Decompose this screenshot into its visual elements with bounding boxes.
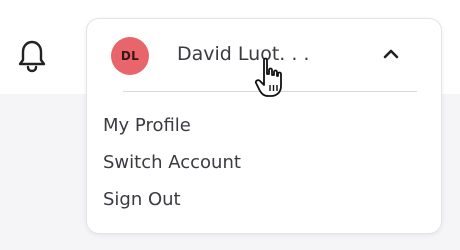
bell-icon[interactable] <box>14 36 50 76</box>
user-menu-dropdown: DL David Luot. . . My Profile Switch Acc… <box>86 18 442 234</box>
user-menu-toggle[interactable]: DL David Luot. . . <box>87 19 441 91</box>
menu-divider <box>123 91 417 92</box>
user-name: David Luot. . . <box>177 43 310 65</box>
user-menu-list: My Profile Switch Account Sign Out <box>103 115 241 226</box>
menu-item-switch-account[interactable]: Switch Account <box>103 152 241 189</box>
avatar: DL <box>111 37 149 75</box>
menu-item-sign-out[interactable]: Sign Out <box>103 189 241 226</box>
chevron-up-icon[interactable] <box>379 43 403 67</box>
menu-item-my-profile[interactable]: My Profile <box>103 115 241 152</box>
